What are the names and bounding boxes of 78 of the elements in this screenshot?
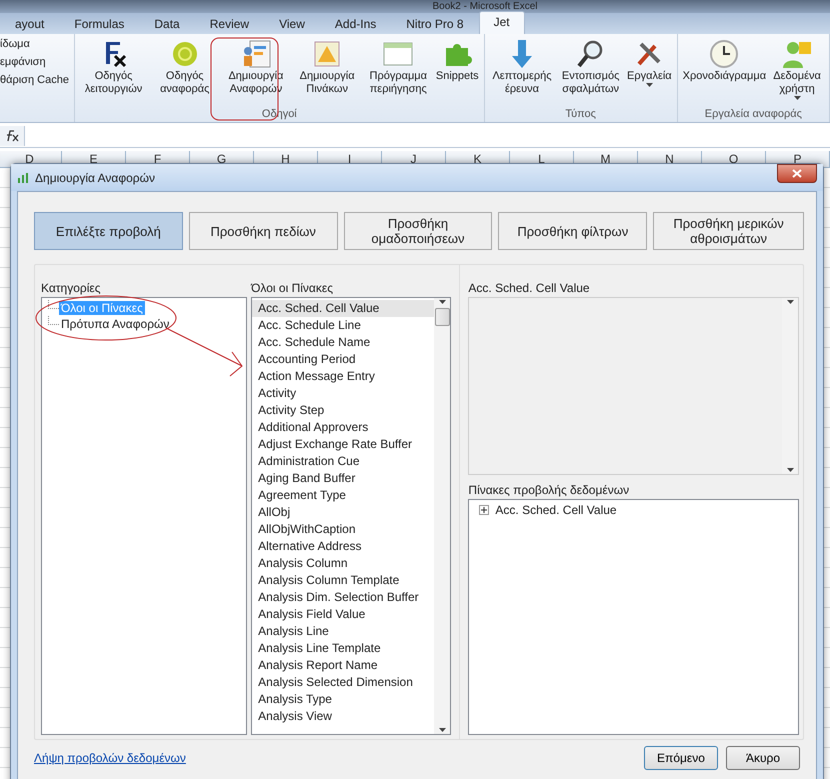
ribbon-tab[interactable]: Data: [139, 13, 195, 34]
tables-label: Όλοι οι Πίνακες: [251, 280, 334, 297]
clock-icon: [708, 38, 740, 70]
ribbon-button[interactable]: Εντοπισμός σφαλμάτων: [557, 36, 624, 106]
cancel-button[interactable]: Άκυρο: [726, 746, 800, 770]
ribbon-button[interactable]: Χρονοδιάγραμμα: [682, 36, 768, 106]
list-item[interactable]: Accounting Period: [252, 351, 434, 368]
scroll-thumb[interactable]: [434, 308, 450, 326]
ribbon-tab[interactable]: Nitro Pro 8: [391, 13, 479, 34]
expand-icon[interactable]: [479, 505, 490, 515]
list-item[interactable]: Acc. Schedule Name: [252, 334, 434, 351]
list-item[interactable]: Acc. Schedule Line: [252, 317, 434, 334]
ribbon-button[interactable]: Πρόγραμμα περιήγησης: [364, 36, 433, 106]
data-tables-label: Πίνακες προβολής δεδομένων: [468, 482, 630, 499]
list-item[interactable]: Activity Step: [252, 402, 434, 419]
ribbon-tab[interactable]: Jet: [478, 11, 525, 34]
list-item[interactable]: Acc. Sched. Cell Value: [252, 300, 434, 317]
function-icon: [5, 130, 19, 142]
caret-icon: [786, 468, 794, 472]
list-item[interactable]: Activity: [252, 385, 434, 402]
group-title: Εργαλεία αναφοράς: [704, 107, 803, 122]
ribbon-tab[interactable]: Formulas: [59, 13, 140, 34]
ribbon-button[interactable]: Δεδομένα χρήστη: [769, 36, 825, 106]
list-item[interactable]: Analysis View: [252, 708, 434, 725]
step-button[interactable]: Προσθήκη φίλτρων: [498, 212, 648, 250]
ribbon-item[interactable]: ίδωμα: [0, 38, 30, 50]
list-item[interactable]: Additional Approvers: [252, 419, 434, 436]
ribbon-button[interactable]: Εργαλεία: [626, 36, 673, 106]
close-icon: [792, 169, 802, 178]
list-item[interactable]: Analysis Dim. Selection Buffer: [252, 589, 434, 606]
caret-icon: [646, 83, 653, 87]
caret-icon: [786, 300, 794, 304]
tree-item[interactable]: Acc. Sched. Cell Value: [493, 503, 619, 517]
list-item[interactable]: Analysis Type: [252, 691, 434, 708]
list-item[interactable]: Analysis Field Value: [252, 606, 434, 623]
list-item[interactable]: Alternative Address: [252, 538, 434, 555]
ribbon-button[interactable]: Snippets: [434, 36, 480, 106]
list-item[interactable]: Analysis Line Template: [252, 640, 434, 657]
list-item[interactable]: Analysis Report Name: [252, 657, 434, 674]
list-item[interactable]: Analysis Column: [252, 555, 434, 572]
ribbon-button[interactable]: Λεπτομερής έρευνα: [488, 36, 556, 106]
app-title: Book2 - Microsoft Excel: [432, 0, 538, 13]
ribbon-button[interactable]: Οδηγός αναφοράς: [150, 36, 220, 106]
caret-icon: [794, 96, 801, 100]
list-item[interactable]: Adjust Exchange Rate Buffer: [252, 436, 434, 453]
chart-icon: [17, 172, 29, 184]
ribbon-tab[interactable]: View: [264, 13, 320, 34]
list-item[interactable]: Aging Band Buffer: [252, 470, 434, 487]
list-item[interactable]: AllObjWithCaption: [252, 521, 434, 538]
ribbon-tab[interactable]: Review: [194, 13, 264, 34]
ribbon-item[interactable]: εμφάνιση: [0, 56, 46, 68]
list-item[interactable]: Analysis Line: [252, 623, 434, 640]
list-item[interactable]: Administration Cue: [252, 453, 434, 470]
list-item[interactable]: Analysis Column Template: [252, 572, 434, 589]
description-title: Acc. Sched. Cell Value: [468, 280, 591, 297]
scrollbar[interactable]: [434, 298, 450, 734]
list-item[interactable]: AllObj: [252, 504, 434, 521]
close-button[interactable]: [777, 164, 817, 183]
step-button[interactable]: Προσθήκη ομαδοποιήσεων: [344, 212, 492, 250]
step-button[interactable]: Επιλέξτε προβολή: [34, 212, 183, 250]
download-link[interactable]: Λήψη προβολών δεδομένων: [34, 751, 636, 765]
dialog-title: Δημιουργία Αναφορών: [35, 170, 156, 184]
categories-label: Κατηγορίες: [41, 280, 102, 297]
tree-item[interactable]: Πρότυπα Αναφορών: [59, 317, 172, 331]
list-item[interactable]: Action Message Entry: [252, 368, 434, 385]
step-button[interactable]: Προσθήκη μερικών αθροισμάτων: [653, 212, 804, 250]
ribbon-tab[interactable]: ayout: [0, 13, 60, 34]
ribbon-tab[interactable]: Add-Ins: [320, 13, 392, 34]
ribbon-button[interactable]: Δημιουργία Πινάκων: [292, 36, 362, 106]
ribbon-button[interactable]: Οδηγός λειτουργιών: [79, 36, 148, 106]
next-button[interactable]: Επόμενο: [644, 746, 718, 770]
list-item[interactable]: Analysis Selected Dimension: [252, 674, 434, 691]
caret-icon: [438, 728, 446, 732]
group-title: Τύπος: [564, 107, 597, 122]
ribbon-item[interactable]: θάριση Cache: [0, 74, 69, 86]
step-button[interactable]: Προσθήκη πεδίων: [188, 212, 338, 250]
caret-icon: [438, 300, 446, 304]
list-item[interactable]: Agreement Type: [252, 487, 434, 504]
